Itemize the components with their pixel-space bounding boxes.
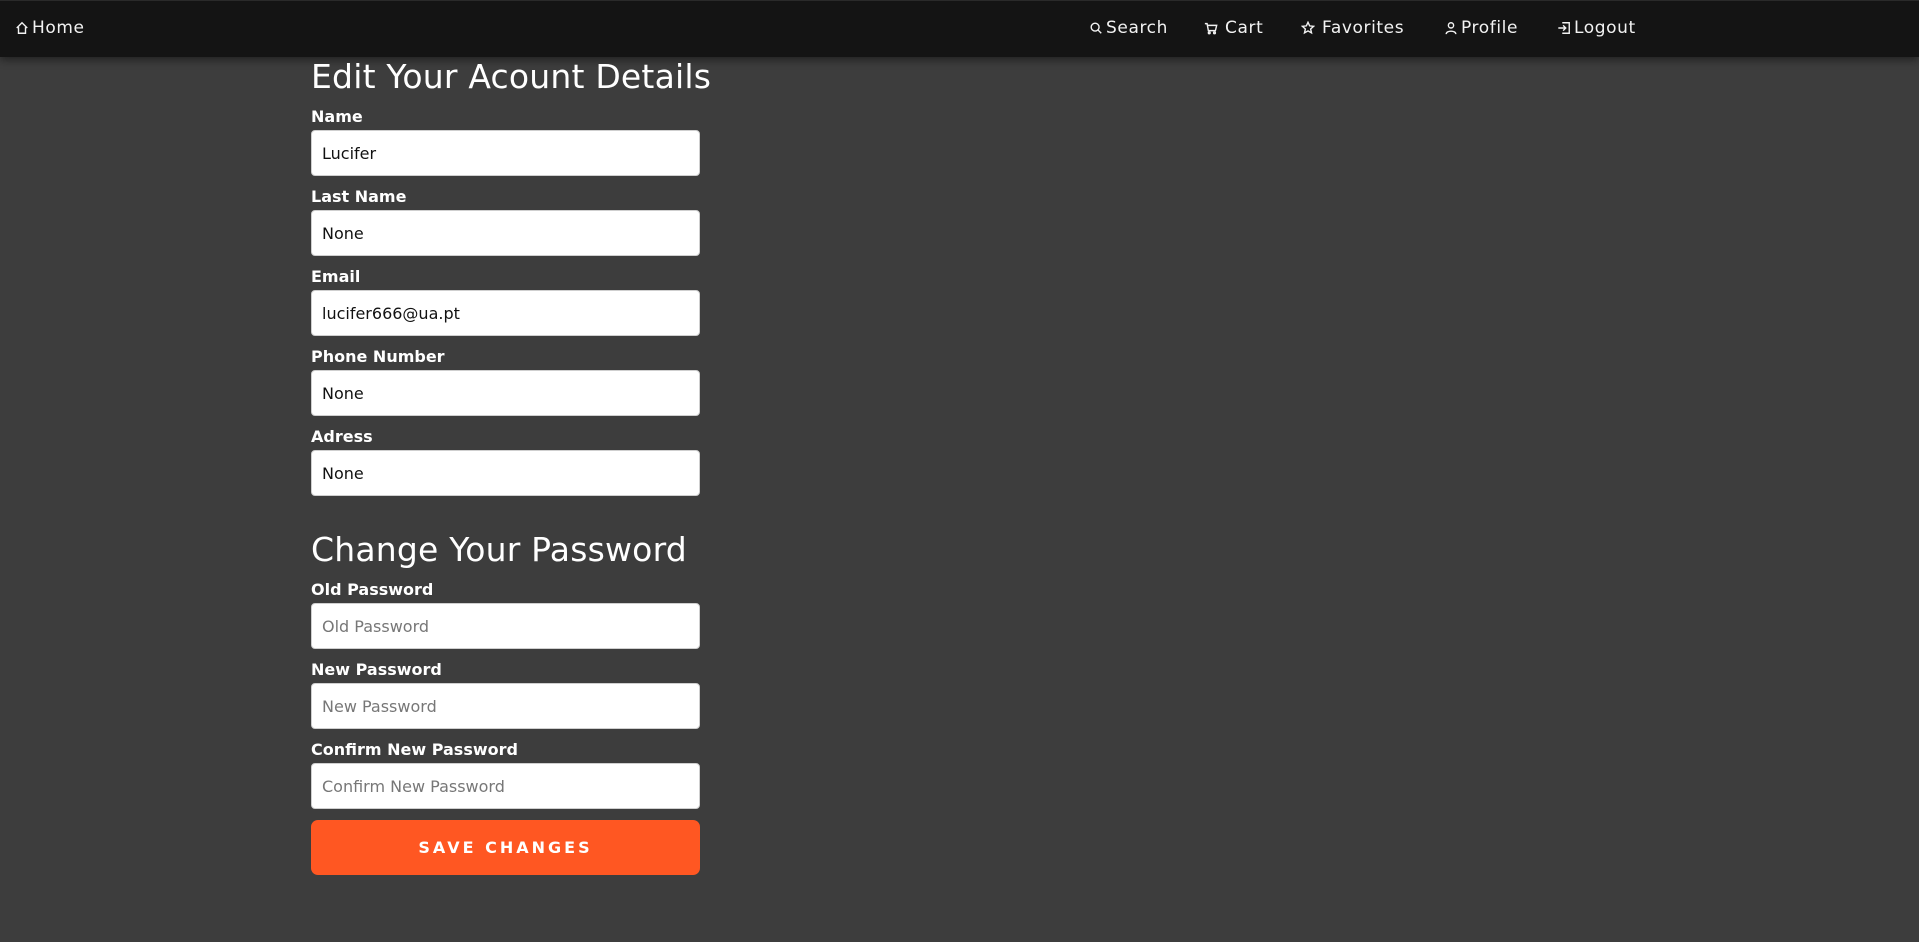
- phone-number-input[interactable]: [311, 370, 700, 416]
- nav-favorites-link[interactable]: Favorites: [1301, 18, 1404, 38]
- home-icon: [16, 21, 28, 34]
- address-input[interactable]: [311, 450, 700, 496]
- nav-cart-link[interactable]: Cart: [1204, 18, 1263, 38]
- nav-search-label: Search: [1106, 18, 1169, 38]
- name-input[interactable]: [311, 130, 700, 176]
- nav-logout-link[interactable]: Logout: [1557, 18, 1636, 38]
- search-icon: [1090, 22, 1102, 34]
- last-name-label: Last Name: [311, 187, 407, 206]
- name-label: Name: [311, 107, 363, 126]
- cart-icon: [1204, 22, 1218, 35]
- address-label: Adress: [311, 427, 373, 446]
- nav-logout-label: Logout: [1574, 18, 1636, 38]
- old-password-input[interactable]: [311, 603, 700, 649]
- nav-cart-label: Cart: [1225, 18, 1264, 38]
- nav-home-link[interactable]: Home: [15, 18, 85, 38]
- confirm-new-password-label: Confirm New Password: [311, 740, 518, 759]
- change-password-title: Change Your Password: [311, 530, 687, 569]
- nav-profile-label: Profile: [1461, 18, 1519, 38]
- phone-number-label: Phone Number: [311, 347, 445, 366]
- nav-favorites-label: Favorites: [1322, 18, 1405, 38]
- nav-search-link[interactable]: Search: [1089, 18, 1168, 38]
- save-changes-button[interactable]: Save Changes: [311, 820, 700, 875]
- email-label: Email: [311, 267, 361, 286]
- logout-icon: [1558, 22, 1570, 34]
- confirm-new-password-input[interactable]: [311, 763, 700, 809]
- star-icon: [1301, 21, 1315, 35]
- nav-home-label: Home: [32, 18, 85, 38]
- top-navbar: Home Search Cart Favorites Profile Logou…: [0, 0, 1919, 57]
- account-details-title: Edit Your Acount Details: [311, 57, 712, 96]
- old-password-label: Old Password: [311, 580, 434, 599]
- email-input[interactable]: [311, 290, 700, 336]
- new-password-label: New Password: [311, 660, 442, 679]
- new-password-input[interactable]: [311, 683, 700, 729]
- user-icon: [1445, 22, 1457, 35]
- nav-profile-link[interactable]: Profile: [1444, 18, 1518, 38]
- last-name-input[interactable]: [311, 210, 700, 256]
